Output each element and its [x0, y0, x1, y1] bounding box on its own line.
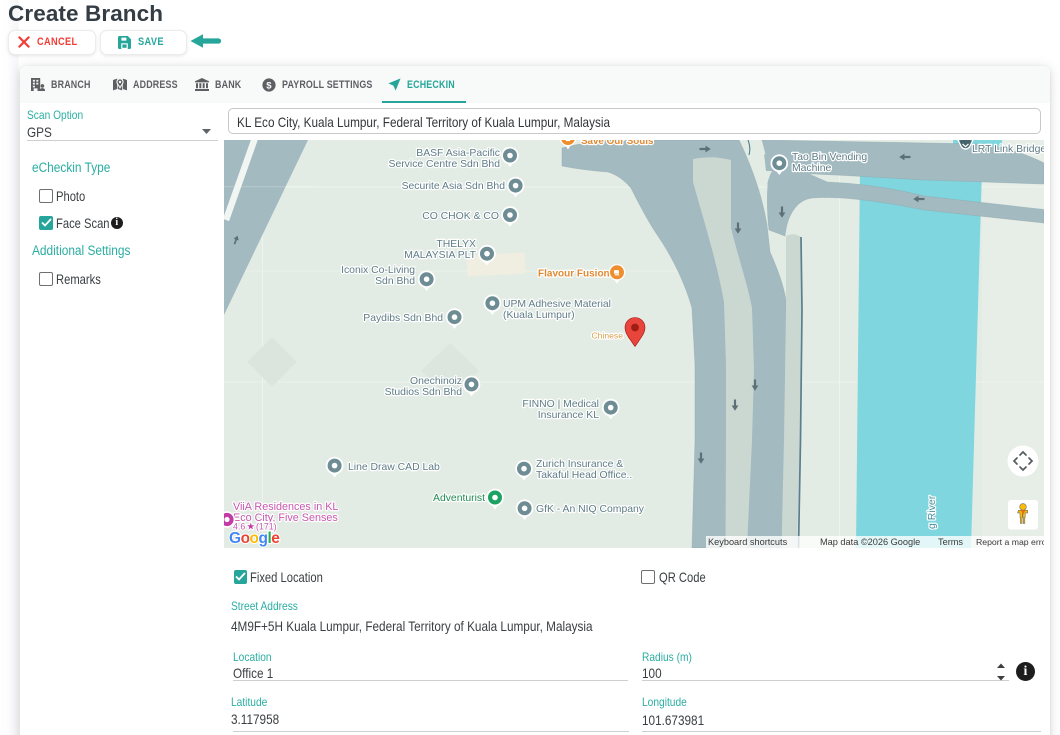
- svg-text:Save Our Souls: Save Our Souls: [581, 140, 654, 147]
- svg-text:Sdn Bhd: Sdn Bhd: [375, 276, 415, 287]
- svg-text:LRT Link Bridge: LRT Link Bridge: [972, 144, 1044, 155]
- svg-text:FINNO | Medical: FINNO | Medical: [522, 399, 599, 410]
- svg-text:THELYX: THELYX: [436, 239, 476, 250]
- svg-text:Tao Bin Vending: Tao Bin Vending: [792, 152, 867, 163]
- svg-text:Service Centre Sdn Bhd: Service Centre Sdn Bhd: [389, 159, 501, 170]
- svg-text:g River: g River: [926, 495, 938, 529]
- svg-text:Flavour Fusion: Flavour Fusion: [538, 269, 610, 280]
- svg-text:Terms: Terms: [938, 537, 963, 547]
- svg-text:Insurance KL: Insurance KL: [538, 410, 599, 421]
- svg-text:(Kuala Lumpur): (Kuala Lumpur): [503, 310, 575, 321]
- svg-text:GfK - An NIQ Company: GfK - An NIQ Company: [536, 504, 645, 515]
- svg-text:Chinese: Chinese: [591, 331, 623, 341]
- svg-text:Onechinoiz: Onechinoiz: [410, 376, 462, 387]
- svg-text:UPM Adhesive Material: UPM Adhesive Material: [503, 299, 611, 310]
- svg-text:Studios Sdn Bhd: Studios Sdn Bhd: [385, 387, 463, 398]
- svg-text:Machine: Machine: [792, 163, 831, 174]
- svg-text:Paydibs Sdn Bhd: Paydibs Sdn Bhd: [363, 313, 443, 324]
- svg-text:Google: Google: [229, 530, 280, 547]
- svg-text:Zurich Insurance &: Zurich Insurance &: [536, 459, 623, 470]
- svg-text:MALAYSIA PLT: MALAYSIA PLT: [404, 250, 476, 261]
- svg-text:Adventurist: Adventurist: [433, 493, 485, 504]
- svg-text:Map data ©2026 Google: Map data ©2026 Google: [820, 537, 920, 547]
- svg-text:Keyboard shortcuts: Keyboard shortcuts: [708, 537, 788, 547]
- svg-text:$: $: [266, 80, 272, 91]
- svg-text:BASF Asia-Pacific: BASF Asia-Pacific: [416, 148, 500, 159]
- svg-text:Report a map error: Report a map error: [976, 537, 1044, 547]
- svg-text:CO CHOK & CO: CO CHOK & CO: [422, 211, 499, 222]
- svg-text:Line Draw CAD Lab: Line Draw CAD Lab: [348, 462, 440, 473]
- svg-text:Securite Asia Sdn Bhd: Securite Asia Sdn Bhd: [402, 181, 506, 192]
- svg-text:Iconix Co-Living: Iconix Co-Living: [341, 265, 415, 276]
- svg-text:Takaful Head Office..: Takaful Head Office..: [536, 470, 632, 481]
